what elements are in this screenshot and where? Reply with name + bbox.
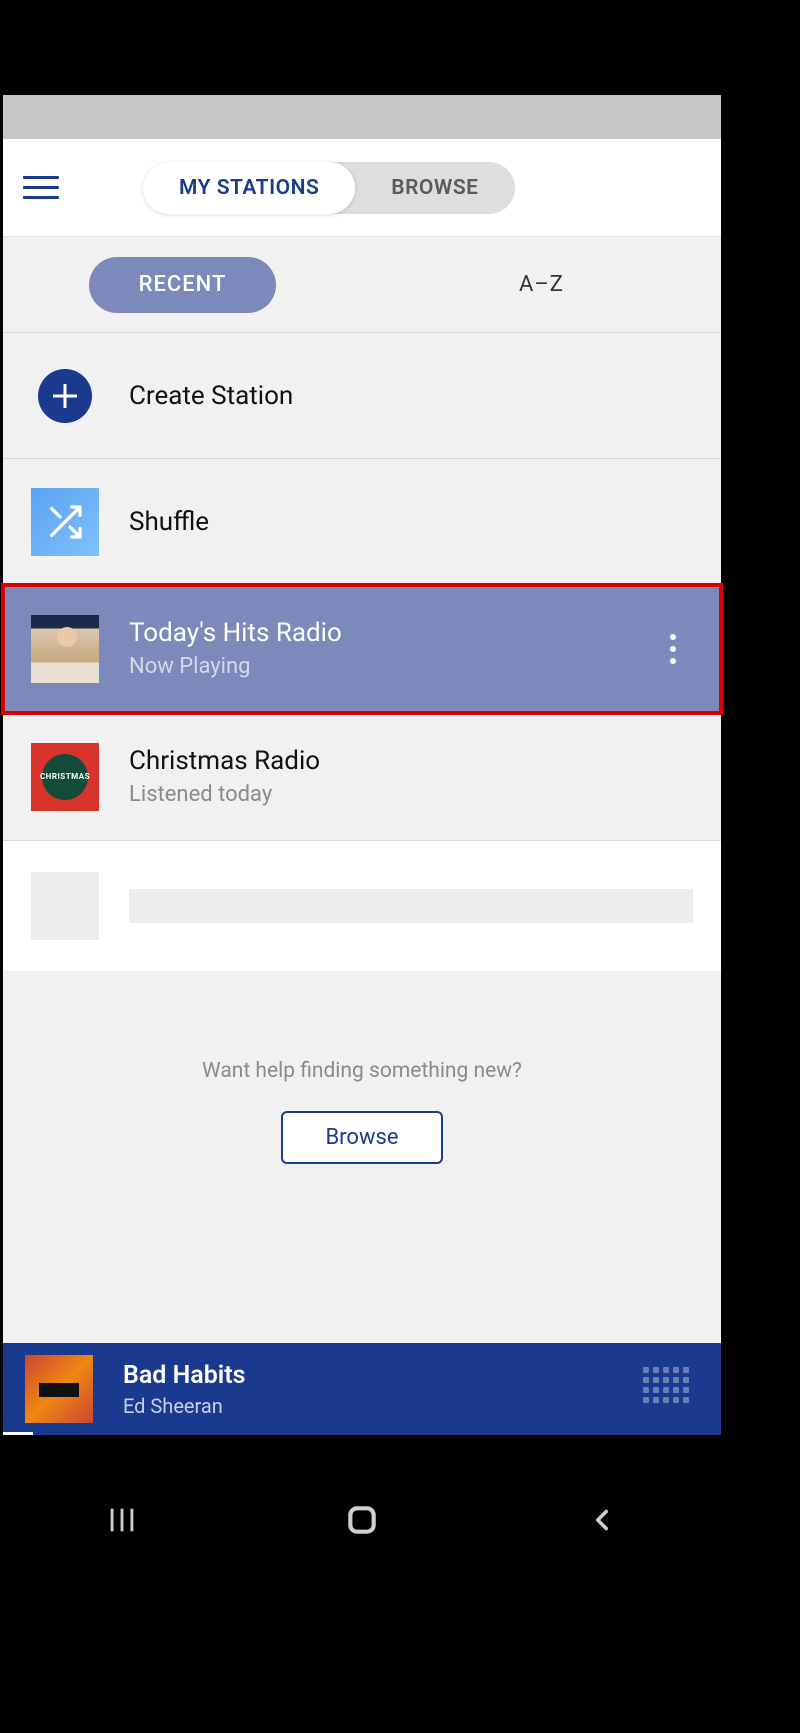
loading-placeholder-row (3, 841, 721, 971)
station-subtitle: Now Playing (129, 654, 653, 679)
progress-indicator (3, 1432, 33, 1435)
shuffle-icon (31, 488, 99, 556)
placeholder-text (129, 889, 693, 923)
tab-browse[interactable]: BROWSE (355, 162, 514, 214)
top-tab-switch: MY STATIONS BROWSE (143, 162, 515, 214)
sort-row: RECENT A–Z (3, 237, 721, 333)
now-playing-title: Bad Habits (123, 1361, 643, 1390)
now-playing-bar[interactable]: Bad Habits Ed Sheeran (3, 1343, 721, 1435)
home-icon[interactable] (342, 1500, 382, 1540)
sort-az-button[interactable]: A–Z (519, 272, 564, 297)
plus-icon (31, 362, 99, 430)
shuffle-row[interactable]: Shuffle (3, 459, 721, 585)
tab-my-stations[interactable]: MY STATIONS (143, 162, 355, 214)
sort-recent-button[interactable]: RECENT (89, 257, 277, 313)
more-options-icon[interactable] (653, 634, 693, 664)
recent-apps-icon[interactable] (105, 1503, 139, 1537)
placeholder-thumbnail (31, 872, 99, 940)
help-prompt: Want help finding something new? (202, 1059, 522, 1083)
station-title: Christmas Radio (129, 746, 693, 776)
android-nav-bar (3, 1475, 721, 1565)
browse-button[interactable]: Browse (281, 1111, 442, 1164)
status-bar (3, 95, 721, 139)
shuffle-label: Shuffle (129, 507, 209, 537)
station-album-art (31, 615, 99, 683)
now-playing-artist: Ed Sheeran (123, 1394, 643, 1418)
station-album-art (31, 743, 99, 811)
create-station-label: Create Station (129, 381, 293, 411)
station-row-christmas[interactable]: Christmas Radio Listened today (3, 713, 721, 841)
app-header: MY STATIONS BROWSE (3, 139, 721, 237)
back-icon[interactable] (585, 1503, 619, 1537)
station-row-todays-hits[interactable]: Today's Hits Radio Now Playing (3, 585, 721, 713)
equalizer-icon (643, 1367, 699, 1411)
help-section: Want help finding something new? Browse (3, 971, 721, 1343)
station-title: Today's Hits Radio (129, 618, 653, 648)
now-playing-album-art (25, 1355, 93, 1423)
create-station-row[interactable]: Create Station (3, 333, 721, 459)
app-frame: MY STATIONS BROWSE RECENT A–Z Create Sta… (3, 95, 721, 1435)
menu-icon[interactable] (23, 168, 63, 208)
station-subtitle: Listened today (129, 782, 693, 807)
